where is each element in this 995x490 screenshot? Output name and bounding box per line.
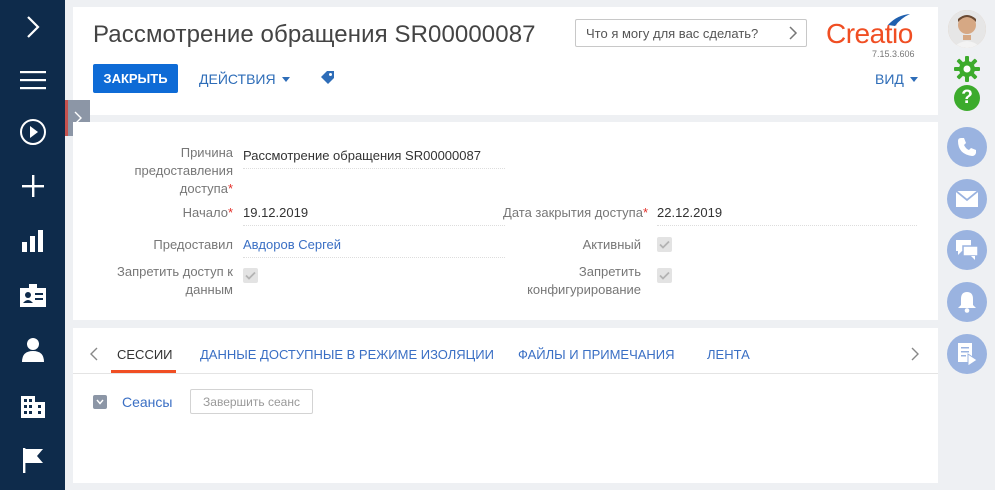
reason-label-line: Причина bbox=[180, 145, 233, 160]
reason-label: Причина предоставления доступа* bbox=[113, 144, 233, 198]
actions-label: ДЕЙСТВИЯ bbox=[199, 71, 276, 87]
plus-icon[interactable] bbox=[0, 166, 65, 206]
view-button[interactable]: ВИД bbox=[875, 71, 918, 87]
reason-label-line: предоставления bbox=[134, 163, 233, 178]
deny-config-label: Запретить конфигурирование bbox=[493, 263, 641, 299]
sessions-detail-title[interactable]: Сеансы bbox=[122, 394, 172, 410]
close-date-label: Дата закрытия доступа* bbox=[493, 204, 648, 222]
deny-config-checkbox[interactable] bbox=[657, 268, 672, 283]
command-search-input[interactable]: Что я могу для вас сделать? bbox=[575, 19, 807, 47]
reason-label-text: доступа bbox=[179, 181, 228, 196]
required-mark: * bbox=[227, 205, 233, 220]
right-sidebar: ? bbox=[940, 0, 995, 490]
check-icon bbox=[245, 271, 256, 280]
page-header: Рассмотрение обращения SR00000087 Что я … bbox=[73, 7, 938, 115]
logo-swoosh-icon bbox=[888, 14, 910, 26]
version-label: 7.15.3.606 bbox=[872, 49, 915, 59]
record-form: Причина предоставления доступа* Рассмотр… bbox=[73, 122, 938, 320]
process-icon[interactable] bbox=[947, 334, 987, 374]
granted-by-label: Предоставил bbox=[153, 237, 233, 252]
deny-access-checkbox[interactable] bbox=[243, 268, 258, 283]
deny-access-label-line: данным bbox=[185, 282, 233, 297]
person-icon[interactable] bbox=[0, 330, 65, 370]
chevron-down-icon bbox=[909, 76, 918, 82]
active-label: Активный bbox=[582, 237, 641, 252]
close-button[interactable]: ЗАКРЫТЬ bbox=[93, 64, 178, 93]
menu-icon[interactable] bbox=[0, 60, 65, 100]
deny-access-label-line: Запретить доступ к bbox=[117, 264, 233, 279]
tab-feed[interactable]: ЛЕНТА bbox=[707, 347, 750, 362]
check-icon bbox=[659, 240, 670, 249]
tabs-divider bbox=[73, 373, 938, 374]
help-icon[interactable]: ? bbox=[954, 85, 980, 111]
chevron-right-icon[interactable] bbox=[788, 24, 798, 45]
chevron-down-icon bbox=[96, 399, 104, 405]
start-date-field[interactable]: 19.12.2019 bbox=[243, 204, 505, 226]
deny-access-label: Запретить доступ к данным bbox=[93, 263, 233, 299]
tabs-prev-icon[interactable] bbox=[90, 346, 98, 367]
sessions-collapse-toggle[interactable] bbox=[93, 395, 107, 409]
mail-icon[interactable] bbox=[947, 179, 987, 219]
tabs-next-icon[interactable] bbox=[911, 346, 919, 367]
tabs-panel: СЕССИИ ДАННЫЕ ДОСТУПНЫЕ В РЕЖИМЕ ИЗОЛЯЦИ… bbox=[73, 328, 938, 483]
building-icon[interactable] bbox=[0, 386, 65, 426]
required-mark: * bbox=[642, 205, 648, 220]
chevron-down-icon bbox=[281, 76, 290, 82]
reason-label-line: доступа* bbox=[113, 180, 233, 198]
page-title: Рассмотрение обращения SR00000087 bbox=[93, 21, 536, 48]
granted-by-field[interactable]: Авдоров Сергей bbox=[243, 236, 505, 258]
gear-icon[interactable] bbox=[954, 56, 980, 87]
close-date-label-text: Дата закрытия доступа bbox=[503, 205, 643, 220]
end-session-button[interactable]: Завершить сеанс bbox=[190, 389, 313, 414]
deny-config-label-line: конфигурирование bbox=[527, 282, 641, 297]
chat-icon[interactable] bbox=[947, 230, 987, 270]
contact-card-icon[interactable] bbox=[0, 276, 65, 316]
tab-files-notes[interactable]: ФАЙЛЫ И ПРИМЕЧАНИЯ bbox=[518, 347, 675, 362]
bell-icon[interactable] bbox=[947, 282, 987, 322]
bar-chart-icon[interactable] bbox=[0, 220, 65, 260]
actions-button[interactable]: ДЕЙСТВИЯ bbox=[199, 71, 290, 87]
tab-sessions[interactable]: СЕССИИ bbox=[117, 347, 173, 362]
play-icon[interactable] bbox=[0, 112, 65, 152]
flag-icon[interactable] bbox=[0, 440, 65, 480]
check-icon bbox=[659, 271, 670, 280]
chevron-right-icon[interactable] bbox=[0, 7, 65, 47]
start-label-text: Начало bbox=[182, 205, 228, 220]
search-placeholder: Что я могу для вас сделать? bbox=[586, 26, 759, 41]
reason-field[interactable]: Рассмотрение обращения SR00000087 bbox=[243, 147, 505, 169]
close-date-field[interactable]: 22.12.2019 bbox=[657, 204, 917, 226]
left-sidebar bbox=[0, 0, 65, 490]
view-label: ВИД bbox=[875, 71, 904, 87]
deny-config-label-line: Запретить bbox=[578, 264, 641, 279]
active-checkbox[interactable] bbox=[657, 237, 672, 252]
tab-isolation-data[interactable]: ДАННЫЕ ДОСТУПНЫЕ В РЕЖИМЕ ИЗОЛЯЦИИ bbox=[200, 347, 494, 362]
phone-icon[interactable] bbox=[947, 127, 987, 167]
tag-icon[interactable] bbox=[320, 70, 336, 91]
required-mark: * bbox=[227, 181, 233, 196]
avatar[interactable] bbox=[948, 10, 986, 48]
start-label: Начало* bbox=[113, 204, 233, 222]
